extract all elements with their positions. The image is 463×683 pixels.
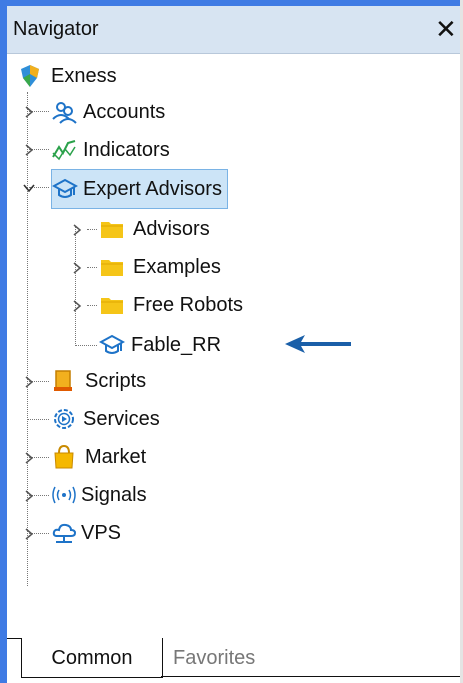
services-icon <box>51 406 77 432</box>
navigator-titlebar: Navigator ✕ <box>7 6 460 54</box>
tree-item-label: Expert Advisors <box>83 177 222 200</box>
market-bag-icon <box>51 444 77 470</box>
chevron-right-icon[interactable] <box>21 142 37 158</box>
navigator-tree: Exness Accounts Indicators Expert Adviso… <box>7 54 460 628</box>
tab-favorites[interactable]: Favorites <box>173 638 283 677</box>
tree-item-label: Market <box>85 445 147 468</box>
tree-item-advisors[interactable]: Advisors <box>99 210 210 248</box>
tree-item-label: Accounts <box>83 100 166 123</box>
accounts-icon <box>51 99 77 125</box>
folder-icon <box>99 254 125 280</box>
tree-item-label: Free Robots <box>133 293 244 316</box>
scripts-icon <box>51 368 77 394</box>
tree-item-label: Services <box>83 407 160 430</box>
window-title: Navigator <box>13 18 99 40</box>
tree-item-label: Fable_RR <box>131 333 222 356</box>
tab-label: Common <box>51 647 133 669</box>
expert-advisor-icon <box>99 332 125 358</box>
signals-icon <box>51 482 77 508</box>
chevron-right-icon[interactable] <box>21 526 37 542</box>
chevron-right-icon[interactable] <box>69 298 85 314</box>
tree-item-examples[interactable]: Examples <box>99 248 221 286</box>
tree-item-label: VPS <box>81 521 122 544</box>
tree-connector-line <box>75 345 97 346</box>
chevron-down-icon[interactable] <box>21 180 37 196</box>
chevron-right-icon[interactable] <box>69 260 85 276</box>
tab-label: Favorites <box>173 647 256 669</box>
tree-item-vps[interactable]: VPS <box>51 514 121 552</box>
chevron-right-icon[interactable] <box>21 488 37 504</box>
tree-connector-line <box>75 226 76 346</box>
tree-item-label: Exness <box>51 64 117 87</box>
chevron-right-icon[interactable] <box>69 222 85 238</box>
tab-border <box>7 638 21 639</box>
tree-item-expert-advisors[interactable]: Expert Advisors <box>51 169 228 209</box>
chevron-right-icon[interactable] <box>21 450 37 466</box>
tree-item-label: Indicators <box>83 138 170 161</box>
navigator-tabs: Common Favorites <box>7 628 460 683</box>
close-button[interactable]: ✕ <box>432 14 458 44</box>
indicators-icon <box>51 137 77 163</box>
tree-connector-line <box>87 229 97 230</box>
exness-logo-icon <box>17 63 43 89</box>
tree-connector-line <box>87 267 97 268</box>
folder-icon <box>99 216 125 242</box>
tree-item-label: Advisors <box>133 217 210 240</box>
tab-common[interactable]: Common <box>21 638 163 678</box>
close-icon: ✕ <box>435 14 457 44</box>
vps-cloud-icon <box>51 520 77 546</box>
tree-item-services[interactable]: Services <box>51 400 160 438</box>
chevron-right-icon[interactable] <box>21 104 37 120</box>
tree-item-indicators[interactable]: Indicators <box>51 131 170 169</box>
tree-root-exness[interactable]: Exness <box>17 57 117 95</box>
tree-connector-line <box>27 419 49 420</box>
window-frame-left <box>0 0 7 683</box>
tree-item-label: Scripts <box>85 369 147 392</box>
chevron-right-icon[interactable] <box>21 374 37 390</box>
tree-item-market[interactable]: Market <box>51 438 146 476</box>
annotation-arrow-left-icon <box>283 333 353 355</box>
folder-icon <box>99 292 125 318</box>
tree-connector-line <box>87 305 97 306</box>
tree-item-label: Signals <box>81 483 147 506</box>
tree-item-label: Examples <box>133 255 221 278</box>
expert-advisors-icon <box>52 176 78 202</box>
tree-item-accounts[interactable]: Accounts <box>51 93 165 131</box>
tree-item-signals[interactable]: Signals <box>51 476 147 514</box>
tab-border <box>161 676 460 677</box>
tree-item-free-robots[interactable]: Free Robots <box>99 286 243 324</box>
tree-item-scripts[interactable]: Scripts <box>51 362 146 400</box>
tree-item-fable-rr[interactable]: Fable_RR <box>99 326 221 364</box>
tree-connector-line <box>27 92 28 586</box>
